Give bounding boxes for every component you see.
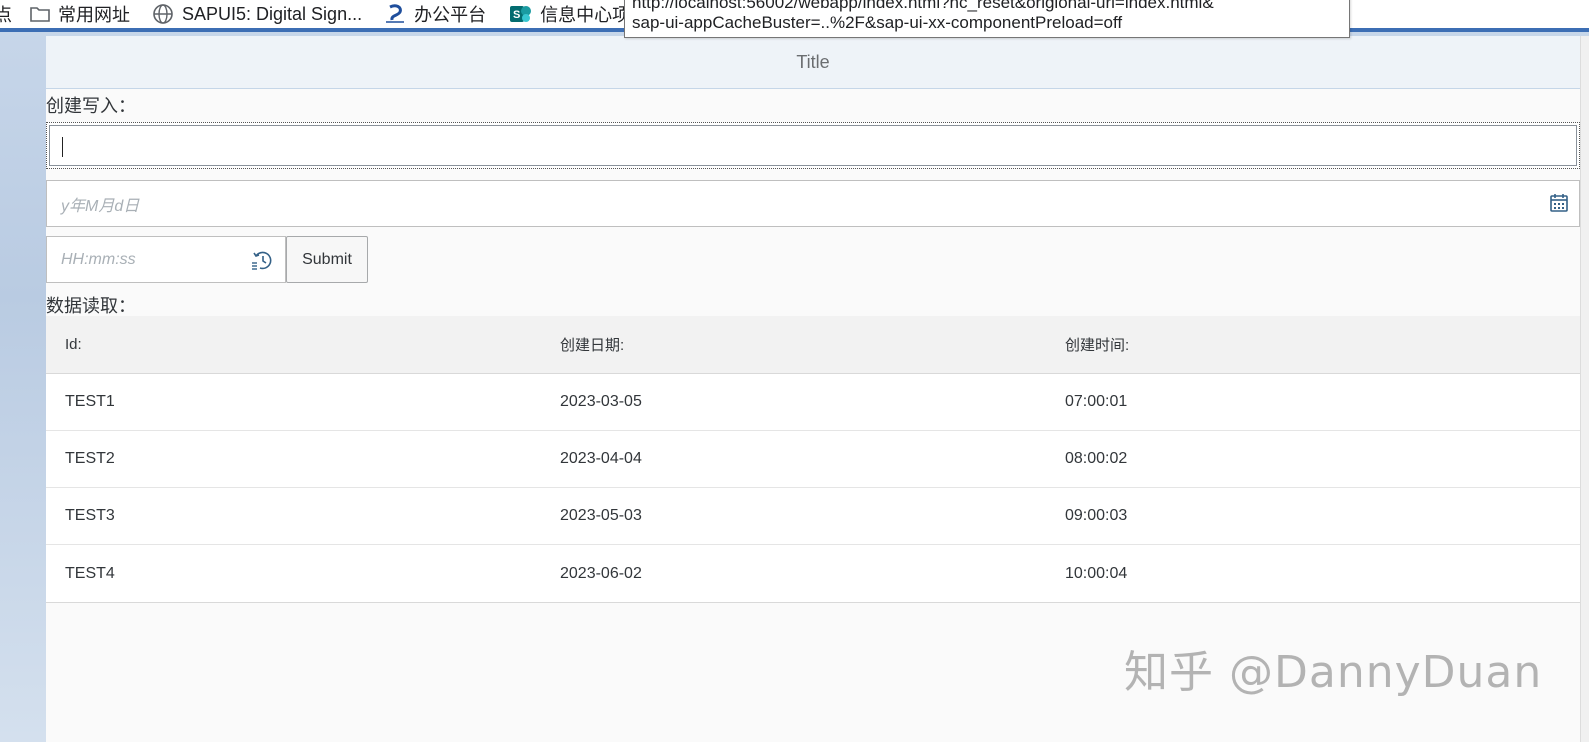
time-picker-input[interactable]: HH:mm:ss xyxy=(46,236,286,283)
date-placeholder: y年M月d日 xyxy=(61,197,140,215)
text-input[interactable] xyxy=(46,122,1580,169)
cell-create-date: 2023-05-03 xyxy=(560,507,642,524)
site-logo-icon xyxy=(384,3,406,25)
svg-text:S: S xyxy=(513,9,520,21)
cell-create-time: 07:00:01 xyxy=(1065,393,1128,410)
url-tooltip-line-1: http://localhost:56002/webapp/index.html… xyxy=(632,0,1214,12)
bookmark-label: 常用网址 xyxy=(58,5,130,25)
table-row[interactable]: TEST3 2023-05-03 09:00:03 xyxy=(46,488,1580,545)
cell-create-time: 09:00:03 xyxy=(1065,507,1128,524)
table-row[interactable]: TEST2 2023-04-04 08:00:02 xyxy=(46,431,1580,488)
text-input-inner[interactable] xyxy=(49,125,1577,166)
write-section-label: 创建写入： xyxy=(46,96,136,116)
cell-id: TEST4 xyxy=(65,564,115,582)
column-header-create-time[interactable]: 创建时间: xyxy=(1046,334,1580,355)
bookmark-label: 点 xyxy=(0,5,12,25)
cell-create-date: 2023-03-05 xyxy=(560,393,642,410)
submit-button[interactable]: Submit xyxy=(286,236,368,283)
url-tooltip: http://localhost:56002/webapp/index.html… xyxy=(624,0,1350,38)
table-row[interactable]: TEST4 2023-06-02 10:00:04 xyxy=(46,545,1580,602)
cell-id: TEST3 xyxy=(65,507,115,524)
cell-create-time: 10:00:04 xyxy=(1065,564,1128,582)
bookmark-item-partial[interactable]: 点 xyxy=(0,1,12,27)
calendar-icon[interactable] xyxy=(1549,193,1569,213)
globe-icon xyxy=(152,3,174,25)
bookmark-folder-common-sites[interactable]: 常用网址 xyxy=(30,1,130,27)
bookmark-label: SAPUI5: Digital Sign... xyxy=(182,3,363,24)
bookmark-label: 信息中心项 xyxy=(540,5,631,25)
page-title-bar: Title xyxy=(46,36,1580,89)
bookmark-label: 办公平台 xyxy=(414,5,487,25)
bookmark-info-center[interactable]: S 信息中心项 xyxy=(508,1,630,27)
page-scrollbar[interactable] xyxy=(1580,36,1589,742)
table-header-row: Id: 创建日期: 创建时间: xyxy=(46,316,1580,374)
table-row[interactable]: TEST1 2023-03-05 07:00:01 xyxy=(46,374,1580,431)
sharepoint-icon: S xyxy=(508,3,532,25)
cell-id: TEST2 xyxy=(65,450,115,467)
time-placeholder: HH:mm:ss xyxy=(61,250,136,268)
folder-icon xyxy=(30,5,50,23)
page-title: Title xyxy=(796,51,830,72)
cell-create-date: 2023-06-02 xyxy=(560,564,642,582)
column-header-create-date[interactable]: 创建日期: xyxy=(541,334,1046,355)
bookmark-office-platform[interactable]: 办公平台 xyxy=(384,1,486,27)
read-section-label: 数据读取： xyxy=(46,296,136,316)
time-history-icon[interactable] xyxy=(251,249,273,271)
date-picker-input[interactable]: y年M月d日 xyxy=(46,180,1580,227)
cell-id: TEST1 xyxy=(65,393,115,410)
column-header-id[interactable]: Id: xyxy=(46,336,541,353)
cell-create-date: 2023-04-04 xyxy=(560,450,642,467)
data-table: Id: 创建日期: 创建时间: TEST1 2023-03-05 07:00:0… xyxy=(46,316,1580,603)
watermark: 知乎 @DannyDuan xyxy=(1124,647,1543,698)
url-tooltip-line-2: sap-ui-appCacheBuster=..%2F&sap-ui-xx-co… xyxy=(632,13,1123,32)
bookmark-sapui5[interactable]: SAPUI5: Digital Sign... xyxy=(152,3,362,25)
text-caret xyxy=(62,137,63,157)
cell-create-time: 08:00:02 xyxy=(1065,450,1128,467)
